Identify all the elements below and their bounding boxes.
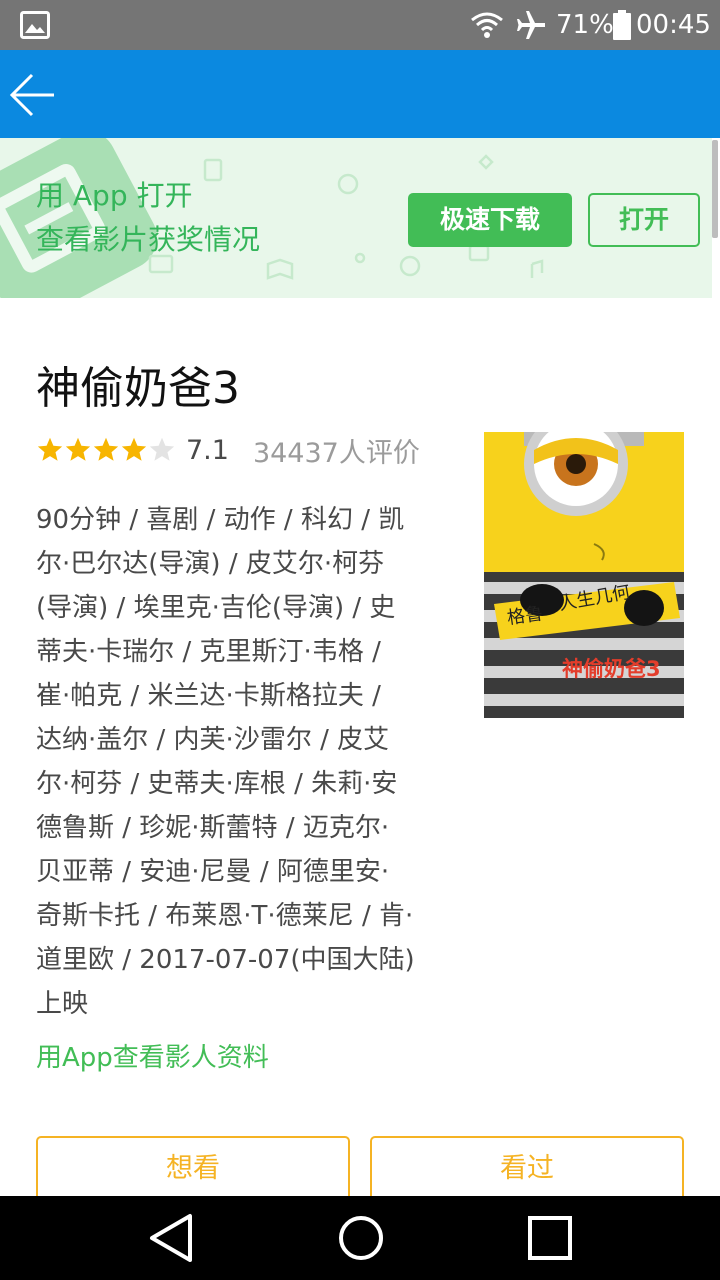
movie-info-line: 尔·柯芬 / 史蒂夫·库根 / 朱莉·安 xyxy=(36,769,398,799)
scrollbar[interactable] xyxy=(712,140,718,238)
movie-info-line: 尔·巴尔达(导演) / 皮艾尔·柯芬 xyxy=(36,549,385,579)
movie-info-line: 达纳·盖尔 / 内芙·沙雷尔 / 皮艾 xyxy=(36,725,390,755)
poster-title-text: 神偷奶爸3 xyxy=(562,657,661,681)
star-filled-icon xyxy=(121,437,147,461)
nav-back-icon[interactable] xyxy=(146,1212,196,1264)
rating-row: 7.1 34437人评价 xyxy=(36,432,420,469)
movie-title: 神偷奶爸3 xyxy=(36,363,240,414)
star-empty-icon xyxy=(149,437,175,461)
fast-download-button[interactable]: 极速下载 xyxy=(408,193,572,247)
navigation-bar xyxy=(0,1196,720,1280)
airplane-icon xyxy=(517,11,545,39)
app-open-banner: 用 App 打开 查看影片获奖情况 极速下载 打开 xyxy=(0,138,712,298)
rating-stars xyxy=(36,436,176,464)
movie-info-line: (导演) / 埃里克·吉伦(导演) / 史 xyxy=(36,593,396,623)
movie-info-line: 奇斯卡托 / 布莱恩·T·德莱尼 / 肯· xyxy=(36,901,414,931)
battery-icon xyxy=(613,10,631,40)
movie-info-line: 德鲁斯 / 珍妮·斯蕾特 / 迈克尔· xyxy=(36,813,390,843)
movie-poster[interactable]: 格鲁 人生几何 神偷奶爸3 xyxy=(484,432,684,718)
view-cast-in-app-link[interactable]: 用App查看影人资料 xyxy=(36,1040,269,1076)
status-bar: 71% 00:45 xyxy=(0,0,720,50)
nav-recent-icon[interactable] xyxy=(527,1215,573,1261)
battery-percent: 71% xyxy=(556,10,614,40)
app-bar xyxy=(0,50,720,138)
banner-title: 用 App 打开 xyxy=(36,179,193,212)
movie-info-line: 贝亚蒂 / 安迪·尼曼 / 阿德里安· xyxy=(36,857,390,887)
movie-info-line: 蒂夫·卡瑞尔 / 克里斯汀·韦格 / xyxy=(36,637,381,667)
star-filled-icon xyxy=(65,437,91,461)
open-app-button[interactable]: 打开 xyxy=(588,193,700,247)
movie-info-line: 上映 xyxy=(36,989,89,1019)
rating-count: 34437人评价 xyxy=(252,437,420,469)
movie-info: 90分钟 / 喜剧 / 动作 / 科幻 / 凯尔·巴尔达(导演) / 皮艾尔·柯… xyxy=(36,498,436,1026)
clock: 00:45 xyxy=(636,10,711,40)
movie-info-line: 90分钟 / 喜剧 / 动作 / 科幻 / 凯 xyxy=(36,505,405,535)
wifi-icon xyxy=(471,12,503,38)
movie-info-line: 道里欧 / 2017-07-07(中国大陆) xyxy=(36,945,415,975)
banner-subtitle: 查看影片获奖情况 xyxy=(36,223,261,256)
arrow-left-icon[interactable] xyxy=(6,70,58,120)
rating-value: 7.1 xyxy=(186,434,229,466)
star-filled-icon xyxy=(37,437,63,461)
movie-info-line: 崔·帕克 / 米兰达·卡斯格拉夫 / xyxy=(36,681,381,711)
gallery-icon xyxy=(20,11,50,39)
nav-home-icon[interactable] xyxy=(336,1213,386,1263)
star-filled-icon xyxy=(93,437,119,461)
